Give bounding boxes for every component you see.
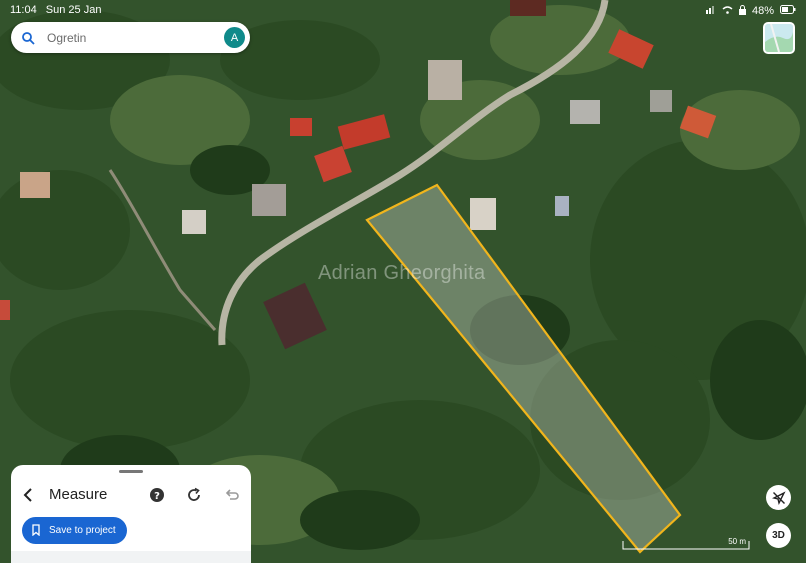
save-to-project-button[interactable]: Save to project xyxy=(22,517,127,544)
panel-footer xyxy=(11,551,251,563)
back-arrow-icon[interactable] xyxy=(21,487,37,503)
search-bar[interactable]: A xyxy=(11,22,250,53)
svg-text:?: ? xyxy=(154,491,160,502)
avatar[interactable]: A xyxy=(224,27,245,48)
battery-percent: 48% xyxy=(751,5,774,17)
search-icon[interactable] xyxy=(21,31,35,45)
help-icon[interactable]: ? xyxy=(149,487,165,503)
redo-icon[interactable] xyxy=(186,487,202,503)
wifi-icon xyxy=(722,5,733,17)
measure-panel: Measure ? Save to project xyxy=(11,465,251,563)
search-input[interactable] xyxy=(45,29,209,46)
undo-icon[interactable] xyxy=(224,487,240,503)
battery-icon xyxy=(780,5,796,17)
status-bar: 11:04 Sun 25 Jan 48% xyxy=(10,4,796,18)
panel-title: Measure xyxy=(49,486,108,503)
drag-handle[interactable] xyxy=(119,470,143,473)
save-to-project-label: Save to project xyxy=(49,525,116,536)
location-off-icon xyxy=(771,490,786,505)
signal-icon xyxy=(705,5,716,17)
scale-label: 50 m xyxy=(728,537,746,546)
scale-bar: 50 m xyxy=(622,537,750,550)
status-date: Sun 25 Jan xyxy=(45,4,102,16)
location-off-button[interactable] xyxy=(766,485,791,510)
status-time: 11:04 xyxy=(10,4,37,16)
watermark: Adrian Gheorghita xyxy=(318,262,486,284)
three-d-button[interactable]: 3D xyxy=(766,523,791,548)
layers-icon[interactable] xyxy=(763,22,795,54)
lock-icon xyxy=(738,4,746,18)
bookmark-icon xyxy=(32,524,40,536)
